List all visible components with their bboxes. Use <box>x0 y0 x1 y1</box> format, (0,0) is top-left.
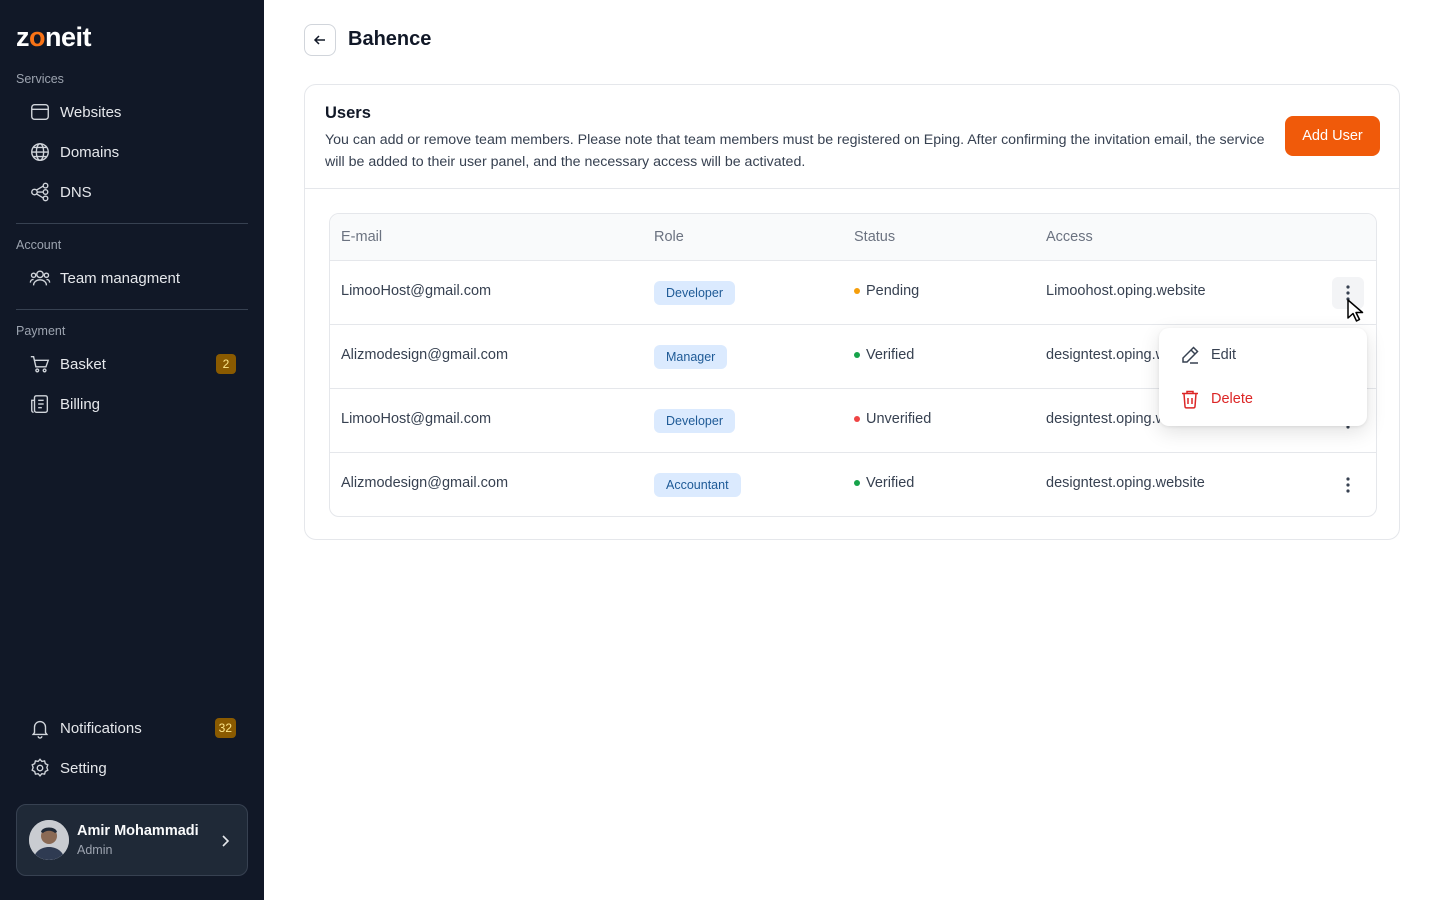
column-header-role: Role <box>654 229 684 245</box>
users-card-description: You can add or remove team members. Plea… <box>325 132 1265 170</box>
role-badge: Accountant <box>654 473 741 497</box>
sidebar-item-label: Team managment <box>60 269 181 287</box>
profile-role: Admin <box>77 843 113 857</box>
sidebar-item-label: Notifications <box>60 719 142 737</box>
menu-item-edit[interactable]: Edit <box>1159 335 1367 375</box>
user-email: LimooHost@gmail.com <box>341 411 492 427</box>
chevron-right-icon <box>222 835 230 847</box>
role-badge: Developer <box>654 409 735 433</box>
user-email: Alizmodesign@gmail.com <box>341 347 509 363</box>
table-row: LimooHost@gmail.com Developer Pending Li… <box>330 261 1376 325</box>
more-vertical-icon <box>1346 477 1350 493</box>
mouse-pointer-icon <box>1347 299 1364 322</box>
table-row: Alizmodesign@gmail.com Accountant Verifi… <box>330 453 1376 516</box>
globe-icon <box>28 140 52 164</box>
user-email: Alizmodesign@gmail.com <box>341 475 509 491</box>
row-actions-menu: Edit Delete <box>1159 328 1367 426</box>
sidebar-item-label: DNS <box>60 183 92 201</box>
team-icon <box>28 266 52 290</box>
sidebar-item-label: Websites <box>60 103 122 121</box>
status-badge: Pending <box>854 283 919 299</box>
status-dot <box>854 352 860 358</box>
sidebar-item-websites[interactable]: Websites <box>16 94 248 130</box>
avatar <box>29 820 69 860</box>
bell-icon <box>28 716 52 740</box>
users-card-title: Users <box>325 104 371 122</box>
sidebar-item-setting[interactable]: Setting <box>16 750 248 786</box>
role-badge: Manager <box>654 345 728 369</box>
user-profile-card[interactable]: Amir Mohammadi Admin <box>16 804 248 876</box>
browser-icon <box>28 100 52 124</box>
basket-count-badge: 2 <box>216 354 236 374</box>
column-header-access: Access <box>1046 229 1093 245</box>
sidebar-divider <box>16 223 248 224</box>
status-badge: Unverified <box>854 411 931 427</box>
section-label-payment: Payment <box>16 324 66 338</box>
brand-logo[interactable]: zoneit <box>16 22 92 53</box>
sidebar-item-label: Billing <box>60 395 101 413</box>
column-header-status: Status <box>854 229 896 245</box>
column-header-email: E-mail <box>341 229 383 245</box>
access-domain: Limoohost.oping.website <box>1046 283 1206 299</box>
sidebar-item-domains[interactable]: Domains <box>16 134 248 170</box>
users-card-header: Users You can add or remove team members… <box>305 85 1399 189</box>
notifications-count-badge: 32 <box>214 718 236 738</box>
menu-item-label: Delete <box>1211 391 1253 407</box>
menu-item-label: Edit <box>1211 347 1236 363</box>
status-dot <box>854 480 860 486</box>
status-dot <box>854 416 860 422</box>
access-domain: designtest.oping.website <box>1046 475 1205 491</box>
status-badge: Verified <box>854 347 914 363</box>
table-header: E-mail Role Status Access <box>330 214 1376 261</box>
sidebar-divider <box>16 309 248 310</box>
cart-icon <box>28 352 52 376</box>
sidebar-item-label: Basket <box>60 355 106 373</box>
add-user-button[interactable]: Add User <box>1285 116 1380 156</box>
sidebar-item-billing[interactable]: Billing <box>16 386 248 422</box>
users-card: Users You can add or remove team members… <box>304 84 1400 540</box>
status-dot <box>854 288 860 294</box>
sidebar-item-notifications[interactable]: Notifications 32 <box>16 710 248 746</box>
section-label-account: Account <box>16 238 62 252</box>
sidebar-item-label: Setting <box>60 759 107 777</box>
sidebar-item-team-managment[interactable]: Team managment <box>16 260 248 296</box>
back-button[interactable] <box>304 24 336 56</box>
row-actions-button[interactable] <box>1332 469 1364 501</box>
section-label-services: Services <box>16 72 64 86</box>
sidebar-item-basket[interactable]: Basket 2 <box>16 346 248 382</box>
gear-icon <box>28 756 52 780</box>
profile-name: Amir Mohammadi <box>77 823 199 839</box>
pencil-icon <box>1179 344 1201 366</box>
sidebar-item-dns[interactable]: DNS <box>16 174 248 210</box>
trash-icon <box>1179 388 1201 410</box>
user-email: LimooHost@gmail.com <box>341 283 492 299</box>
sidebar-item-label: Domains <box>60 143 120 161</box>
menu-item-delete[interactable]: Delete <box>1159 379 1367 419</box>
billing-icon <box>28 392 52 416</box>
page-title: Bahence <box>348 28 432 50</box>
role-badge: Developer <box>654 281 735 305</box>
dns-icon <box>28 180 52 204</box>
status-badge: Verified <box>854 475 914 491</box>
arrow-left-icon <box>313 35 325 45</box>
sidebar: zoneit Services Websites Domains DNS Acc… <box>0 0 264 900</box>
